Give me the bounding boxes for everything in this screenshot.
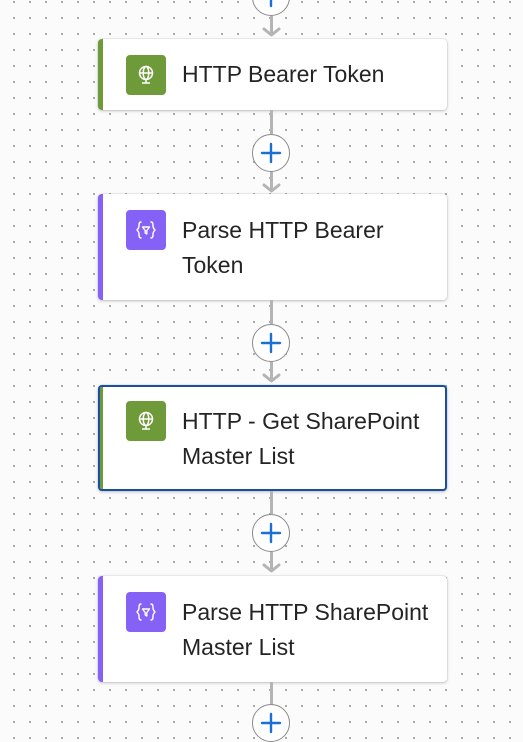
insert-step-button[interactable]	[252, 704, 290, 742]
flow-canvas: HTTP Bearer Token Parse HTTP Bearer Toke…	[0, 0, 523, 742]
globe-icon	[126, 55, 166, 95]
action-title: HTTP Bearer Token	[182, 61, 385, 87]
insert-step-button[interactable]	[252, 134, 290, 172]
plus-icon	[260, 332, 282, 354]
action-card-http-bearer-token[interactable]: HTTP Bearer Token	[98, 39, 447, 110]
connector-arrow	[262, 183, 281, 193]
globe-icon	[126, 401, 166, 441]
action-title: HTTP - Get SharePoint Master List	[182, 408, 420, 469]
plus-icon	[260, 712, 282, 734]
json-parse-icon	[126, 592, 166, 632]
insert-step-button[interactable]	[252, 0, 290, 16]
action-card-http-get-sharepoint-master-list[interactable]: HTTP - Get SharePoint Master List	[98, 385, 447, 491]
action-title: Parse HTTP Bearer Token	[182, 217, 384, 278]
connector-line	[270, 682, 273, 706]
card-accent	[98, 576, 103, 682]
plus-icon	[260, 142, 282, 164]
insert-step-button[interactable]	[252, 514, 290, 552]
plus-icon	[260, 522, 282, 544]
connector-arrow	[262, 27, 281, 37]
connector-arrow	[262, 373, 281, 383]
action-card-parse-http-bearer-token[interactable]: Parse HTTP Bearer Token	[98, 194, 447, 300]
connector-line	[270, 110, 273, 134]
json-parse-icon	[126, 210, 166, 250]
card-accent	[98, 194, 103, 300]
connector-arrow	[262, 563, 281, 573]
connector-line	[270, 491, 273, 514]
card-accent	[98, 39, 103, 110]
insert-step-button[interactable]	[252, 324, 290, 362]
plus-icon	[269, 0, 273, 8]
connector-line	[270, 300, 273, 324]
card-accent	[100, 387, 103, 489]
action-title: Parse HTTP SharePoint Master List	[182, 599, 429, 660]
action-card-parse-http-sharepoint-master-list[interactable]: Parse HTTP SharePoint Master List	[98, 576, 447, 682]
